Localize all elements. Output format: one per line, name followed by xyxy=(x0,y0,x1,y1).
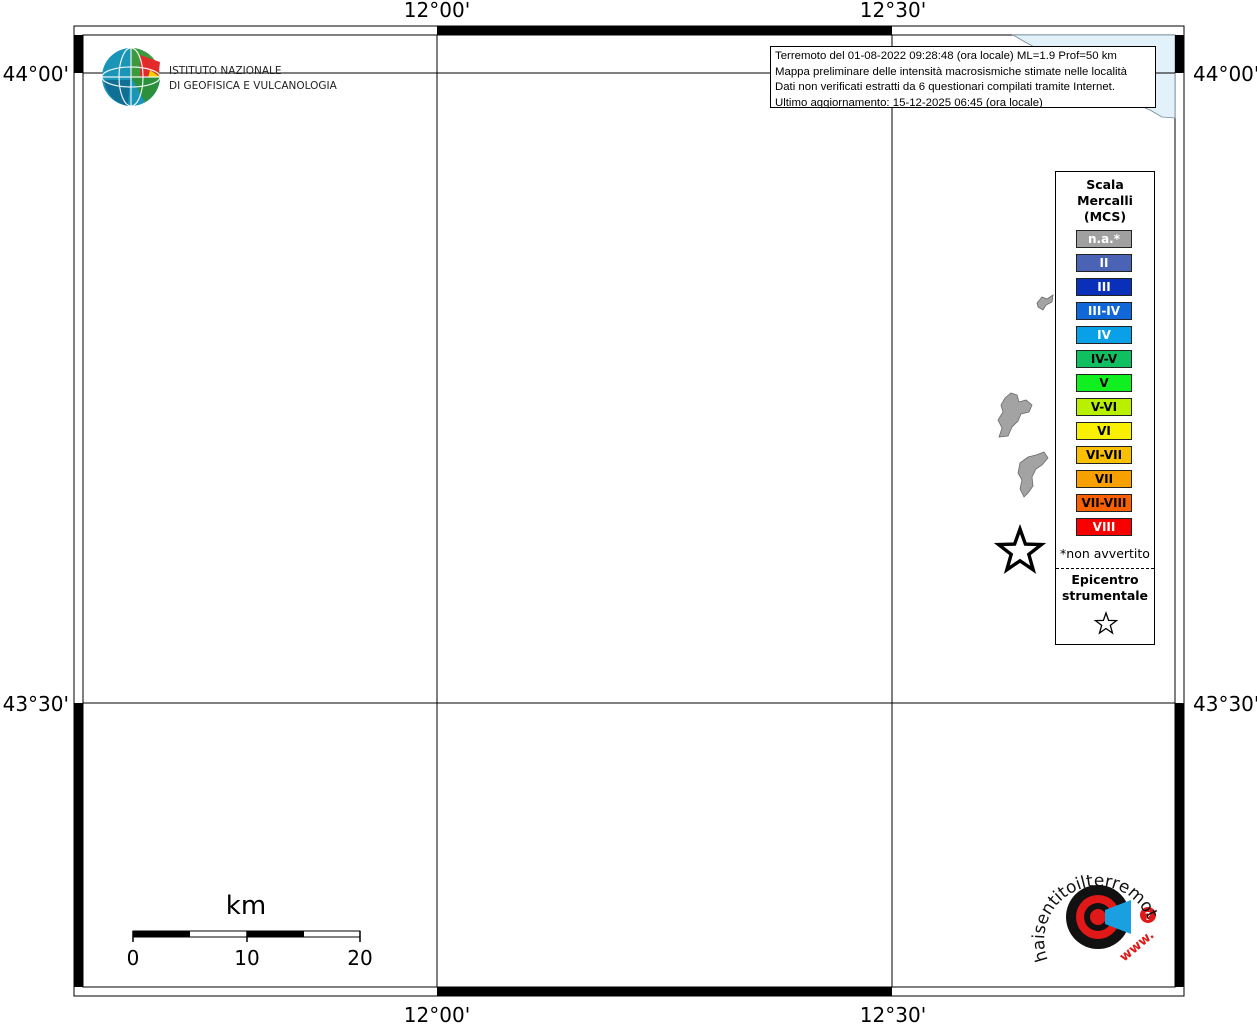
ingv-logo-line1: ISTITUTO NAZIONALE xyxy=(169,65,282,77)
frame-bar-top xyxy=(437,26,892,35)
legend-note: *non avvertito xyxy=(1060,546,1150,561)
frame-bar-right-bottom xyxy=(1175,703,1184,987)
legend-title: Scala Mercalli (MCS) xyxy=(1056,177,1154,225)
event-info-line: Dati non verificati estratti da 6 questi… xyxy=(775,81,1115,93)
legend-item: III-IV xyxy=(1076,302,1132,320)
legend-title-line: Mercalli xyxy=(1077,193,1133,208)
legend-item: V xyxy=(1076,374,1132,392)
legend-separator xyxy=(1056,568,1154,569)
lon-label-top-1: 12°00' xyxy=(404,0,470,22)
legend-item: VI-VII xyxy=(1076,446,1132,464)
legend-epicenter-line: Epicentro xyxy=(1071,572,1139,587)
legend-title-line: (MCS) xyxy=(1083,209,1127,224)
legend-epicenter-line: strumentale xyxy=(1061,588,1149,603)
map-inner-frame xyxy=(82,34,1176,988)
legend-item: VII xyxy=(1076,470,1132,488)
legend-item: IV-V xyxy=(1076,350,1132,368)
legend-item: VIII xyxy=(1076,518,1132,536)
event-info-line: Terremoto del 01-08-2022 09:28:48 (ora l… xyxy=(775,50,1117,62)
legend-item: n.a.* xyxy=(1076,230,1132,248)
scale-tick-label: 10 xyxy=(234,946,259,970)
scale-unit: km xyxy=(226,891,266,921)
legend-star-icon xyxy=(1093,611,1119,635)
event-info-box: Terremoto del 01-08-2022 09:28:48 (ora l… xyxy=(770,46,1156,108)
legend-epicenter-label: Epicentro strumentale xyxy=(1056,572,1154,604)
frame-bar-bottom xyxy=(437,987,892,996)
scale-tick-label: 20 xyxy=(347,946,372,970)
lon-label-bottom-1: 12°00' xyxy=(404,1003,470,1024)
event-info-line: Ultimo aggiornamento: 15-12-2025 06:45 (… xyxy=(775,96,1043,108)
lat-label-left-1: 44°00' xyxy=(3,62,69,86)
legend-item: VII-VIII xyxy=(1076,494,1132,512)
legend-item: VI xyxy=(1076,422,1132,440)
legend-item: IV xyxy=(1076,326,1132,344)
lat-label-right-1: 44°00' xyxy=(1193,62,1257,86)
frame-bar-left-top xyxy=(74,35,83,73)
legend-item: II xyxy=(1076,254,1132,272)
legend-item: III xyxy=(1076,278,1132,296)
scale-tick-label: 0 xyxy=(127,946,140,970)
lat-label-left-2: 43°30' xyxy=(3,692,69,716)
event-info-line: Mappa preliminare delle intensità macros… xyxy=(775,65,1128,78)
legend-item: V-VI xyxy=(1076,398,1132,416)
ingv-logo-line2: DI GEOFISICA E VULCANOLOGIA xyxy=(169,80,338,92)
lon-label-bottom-2: 12°30' xyxy=(860,1003,926,1024)
lat-label-right-2: 43°30' xyxy=(1193,692,1257,716)
macroseismic-map: 12°00' 12°30' 12°00' 12°30' 44°00' 43°30… xyxy=(0,0,1257,1024)
lon-label-top-2: 12°30' xyxy=(860,0,926,22)
frame-bar-right-top xyxy=(1175,35,1184,73)
frame-bar-left-bottom xyxy=(74,703,83,987)
legend-title-line: Scala xyxy=(1086,177,1124,192)
intensity-legend: Scala Mercalli (MCS) n.a.* II III III-IV IV I… xyxy=(1055,171,1155,645)
